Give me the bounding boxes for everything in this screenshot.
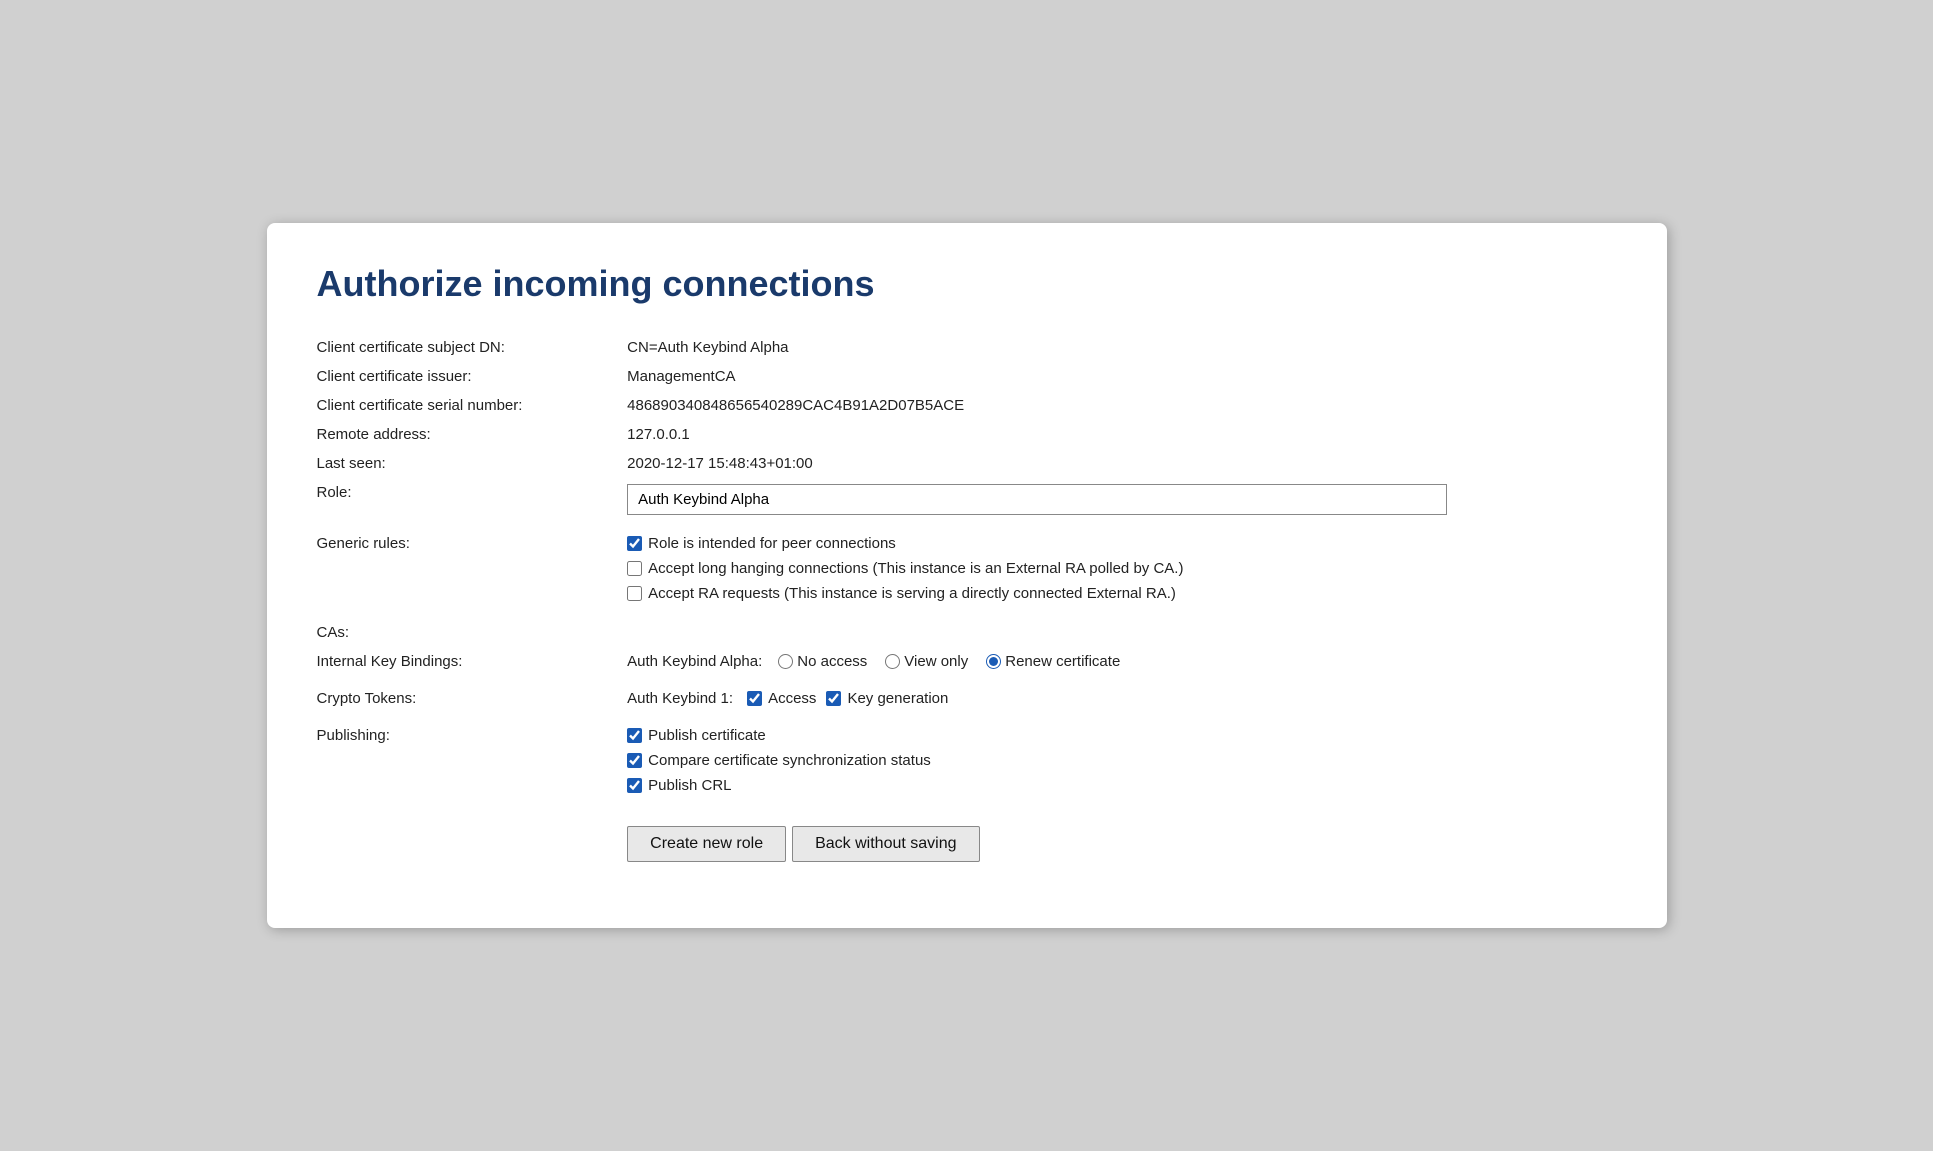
internal-key-bindings-group: Auth Keybind Alpha: No access View only …: [627, 653, 1608, 670]
back-without-saving-button[interactable]: Back without saving: [792, 826, 979, 862]
access-label: Access: [768, 690, 816, 707]
buttons-label-cell: [317, 800, 628, 868]
page-title: Authorize incoming connections: [317, 263, 1617, 305]
no-access-label: No access: [797, 653, 867, 670]
last-seen-value: 2020-12-17 15:48:43+01:00: [627, 449, 1616, 478]
publishing-cell: Publish certificate Compare certificate …: [627, 713, 1616, 800]
last-seen-label: Last seen:: [317, 449, 628, 478]
buttons-cell: Create new role Back without saving: [627, 800, 1616, 868]
view-only-radio[interactable]: [885, 654, 900, 669]
view-only-option[interactable]: View only: [885, 653, 968, 670]
accept-ra-row[interactable]: Accept RA requests (This instance is ser…: [627, 585, 1608, 602]
cert-subject-value: CN=Auth Keybind Alpha: [627, 333, 1616, 362]
cert-subject-label: Client certificate subject DN:: [317, 333, 628, 362]
remote-address-row: Remote address: 127.0.0.1: [317, 420, 1617, 449]
crypto-tokens-group: Auth Keybind 1: Access Key generation: [627, 690, 1608, 707]
main-card: Authorize incoming connections Client ce…: [267, 223, 1667, 928]
publishing-group: Publish certificate Compare certificate …: [627, 727, 1608, 794]
cert-serial-value: 486890340848656540289CAC4B91A2D07B5ACE: [627, 391, 1616, 420]
create-new-role-button[interactable]: Create new role: [627, 826, 786, 862]
info-table: Client certificate subject DN: CN=Auth K…: [317, 333, 1617, 868]
long-hanging-checkbox[interactable]: [627, 561, 642, 576]
publish-crl-label: Publish CRL: [648, 777, 731, 794]
compare-sync-row[interactable]: Compare certificate synchronization stat…: [627, 752, 1608, 769]
renew-cert-radio[interactable]: [986, 654, 1001, 669]
peer-connections-label: Role is intended for peer connections: [648, 535, 896, 552]
renew-cert-option[interactable]: Renew certificate: [986, 653, 1120, 670]
renew-cert-label: Renew certificate: [1005, 653, 1120, 670]
crypto-tokens-cell: Auth Keybind 1: Access Key generation: [627, 676, 1616, 713]
cert-issuer-label: Client certificate issuer:: [317, 362, 628, 391]
role-label: Role:: [317, 478, 628, 521]
generic-rules-cell: Role is intended for peer connections Ac…: [627, 521, 1616, 608]
long-hanging-row[interactable]: Accept long hanging connections (This in…: [627, 560, 1608, 577]
cas-cell: [627, 608, 1616, 647]
peer-connections-checkbox[interactable]: [627, 536, 642, 551]
publish-crl-row[interactable]: Publish CRL: [627, 777, 1608, 794]
publishing-row: Publishing: Publish certificate Compare …: [317, 713, 1617, 800]
ikb-name: Auth Keybind Alpha:: [627, 653, 762, 670]
access-checkbox[interactable]: [747, 691, 762, 706]
role-cell: [627, 478, 1616, 521]
publishing-label: Publishing:: [317, 713, 628, 800]
peer-connections-row[interactable]: Role is intended for peer connections: [627, 535, 1608, 552]
cert-issuer-value: ManagementCA: [627, 362, 1616, 391]
generic-rules-group: Role is intended for peer connections Ac…: [627, 535, 1608, 602]
accept-ra-checkbox[interactable]: [627, 586, 642, 601]
compare-sync-checkbox[interactable]: [627, 753, 642, 768]
cert-serial-row: Client certificate serial number: 486890…: [317, 391, 1617, 420]
cas-label: CAs:: [317, 608, 628, 647]
no-access-option[interactable]: No access: [778, 653, 867, 670]
access-row[interactable]: Access: [747, 690, 816, 707]
key-generation-row[interactable]: Key generation: [826, 690, 948, 707]
long-hanging-label: Accept long hanging connections (This in…: [648, 560, 1183, 577]
button-row: Create new role Back without saving: [627, 826, 1608, 862]
generic-rules-row: Generic rules: Role is intended for peer…: [317, 521, 1617, 608]
cert-serial-label: Client certificate serial number:: [317, 391, 628, 420]
generic-rules-label: Generic rules:: [317, 521, 628, 608]
internal-key-bindings-cell: Auth Keybind Alpha: No access View only …: [627, 647, 1616, 676]
compare-sync-label: Compare certificate synchronization stat…: [648, 752, 931, 769]
publish-cert-label: Publish certificate: [648, 727, 766, 744]
cert-issuer-row: Client certificate issuer: ManagementCA: [317, 362, 1617, 391]
no-access-radio[interactable]: [778, 654, 793, 669]
buttons-row: Create new role Back without saving: [317, 800, 1617, 868]
key-generation-label: Key generation: [847, 690, 948, 707]
cas-row: CAs:: [317, 608, 1617, 647]
publish-cert-row[interactable]: Publish certificate: [627, 727, 1608, 744]
internal-key-bindings-label: Internal Key Bindings:: [317, 647, 628, 676]
internal-key-bindings-row: Internal Key Bindings: Auth Keybind Alph…: [317, 647, 1617, 676]
remote-address-label: Remote address:: [317, 420, 628, 449]
last-seen-row: Last seen: 2020-12-17 15:48:43+01:00: [317, 449, 1617, 478]
publish-cert-checkbox[interactable]: [627, 728, 642, 743]
key-generation-checkbox[interactable]: [826, 691, 841, 706]
role-row: Role:: [317, 478, 1617, 521]
publish-crl-checkbox[interactable]: [627, 778, 642, 793]
cert-subject-row: Client certificate subject DN: CN=Auth K…: [317, 333, 1617, 362]
crypto-token-name: Auth Keybind 1:: [627, 690, 733, 707]
view-only-label: View only: [904, 653, 968, 670]
crypto-tokens-label: Crypto Tokens:: [317, 676, 628, 713]
crypto-tokens-row: Crypto Tokens: Auth Keybind 1: Access Ke…: [317, 676, 1617, 713]
accept-ra-label: Accept RA requests (This instance is ser…: [648, 585, 1176, 602]
role-input[interactable]: [627, 484, 1447, 515]
remote-address-value: 127.0.0.1: [627, 420, 1616, 449]
